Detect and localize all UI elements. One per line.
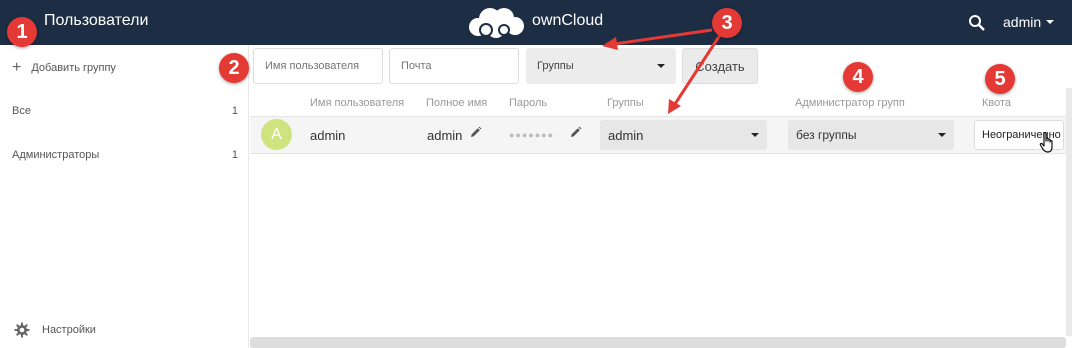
email-input[interactable] [389,48,519,84]
annotation-badge-2: 2 [219,53,249,83]
annotation-badge-4: 4 [843,62,873,92]
avatar: A [261,119,292,150]
avatar-letter: A [271,125,282,143]
gear-icon [14,322,30,338]
column-header-quota: Квота [982,97,1012,109]
column-header-username: Имя пользователя [310,97,405,109]
plus-icon: + [12,59,22,76]
user-groups-select[interactable]: admin [600,120,767,150]
group-count: 1 [231,105,238,117]
pencil-icon[interactable] [469,126,482,139]
groups-select-value: Группы [537,60,574,72]
search-icon[interactable] [968,14,986,32]
sidebar-item-all[interactable]: Все 1 [12,105,238,117]
groups-select[interactable]: Группы [526,48,676,84]
chevron-down-icon [657,64,665,68]
horizontal-scrollbar[interactable] [250,337,1066,348]
group-count: 1 [231,149,238,161]
pencil-icon[interactable] [569,126,582,139]
chevron-down-icon [1046,20,1055,24]
column-header-password: Пароль [509,97,548,109]
add-group-label: Добавить группу [31,62,116,74]
page-title: Пользователи [44,12,149,29]
group-admin-select[interactable]: без группы [788,120,954,150]
password-cell[interactable]: ●●●●●●● [509,130,554,140]
vertical-scrollbar[interactable] [1066,88,1072,336]
owncloud-logo-icon[interactable] [464,5,528,39]
user-groups-value: admin [608,127,644,143]
annotation-badge-5: 5 [985,64,1015,94]
top-header: Пользователи ownCloud admin [0,0,1072,45]
users-page: Пользователи ownCloud admin + Добавить г… [0,0,1072,348]
username-input[interactable] [253,48,383,84]
user-name: admin [1003,14,1042,30]
column-header-fullname: Полное имя [426,97,488,109]
username-cell: admin [310,128,346,143]
group-admin-value: без группы [796,128,857,142]
annotation-badge-3: 3 [712,8,742,38]
group-label: Все [12,105,31,117]
create-user-button[interactable]: Создать [682,48,758,84]
chevron-down-icon [751,133,759,137]
sidebar: + Добавить группу Все 1 Администраторы 1 [0,45,249,348]
column-header-groups: Группы [607,97,644,109]
user-menu[interactable]: admin [1003,14,1055,30]
fullname-cell[interactable]: admin [427,128,462,143]
create-label: Создать [695,58,745,74]
group-label: Администраторы [12,149,100,161]
annotation-badge-1: 1 [7,17,37,47]
brand-name: ownCloud [532,12,604,29]
hand-cursor-icon [1039,131,1053,153]
sidebar-item-admins[interactable]: Администраторы 1 [12,149,238,161]
settings-button[interactable]: Настройки [14,322,96,338]
add-group-button[interactable]: + Добавить группу [12,59,116,77]
settings-label: Настройки [42,324,96,336]
column-header-group-admin: Администратор групп [795,97,905,109]
chevron-down-icon [938,133,946,137]
